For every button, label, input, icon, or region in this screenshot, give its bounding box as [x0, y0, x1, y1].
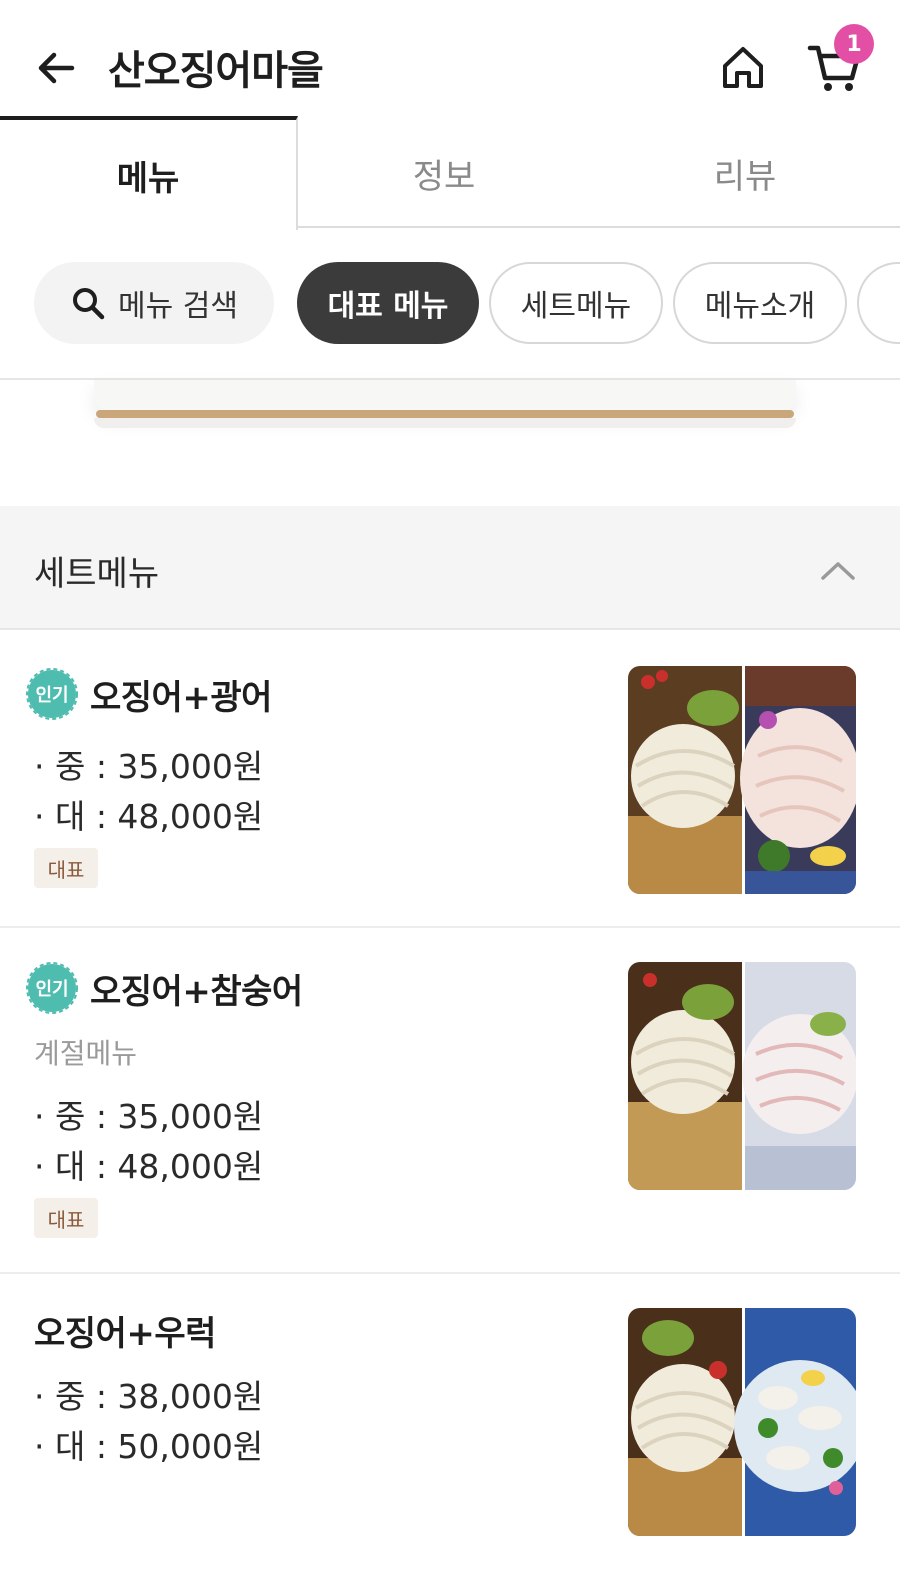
chip-menu-intro[interactable]: 메뉴소개: [673, 262, 847, 344]
menu-filter-bar: 메뉴 검색 대표 메뉴 세트메뉴 메뉴소개: [0, 262, 900, 346]
cart-count-badge: 1: [834, 24, 874, 64]
signature-tag: 대표: [34, 1198, 98, 1238]
item-name: 오징어+우럭: [34, 1314, 216, 1354]
item-image: [628, 1308, 856, 1536]
item-name: 오징어+광어: [90, 677, 272, 718]
menu-item[interactable]: 오징어+우럭 · 중 : 38,000원 · 대 : 50,000원: [0, 1274, 900, 1586]
section-header[interactable]: 세트메뉴: [0, 506, 900, 630]
collapse-button[interactable]: [816, 552, 860, 588]
chip-signature-menu[interactable]: 대표 메뉴: [297, 262, 479, 344]
signature-tag: 대표: [34, 848, 98, 888]
tab-bar: 메뉴 정보 리뷰: [0, 116, 900, 230]
popular-badge-label: 인기: [35, 979, 68, 1000]
item-image: [628, 962, 856, 1190]
price-large: · 대 : 48,000원: [34, 1147, 264, 1186]
home-button[interactable]: [716, 40, 770, 94]
price-large: · 대 : 50,000원: [34, 1427, 264, 1466]
price-medium: · 중 : 35,000원: [34, 1097, 264, 1136]
popular-badge-icon: 인기: [26, 668, 78, 720]
tab-reviews[interactable]: 리뷰: [590, 116, 900, 230]
search-icon: [70, 285, 106, 321]
tab-menu[interactable]: 메뉴: [0, 116, 298, 230]
home-icon: [723, 47, 763, 88]
back-arrow-icon: [38, 52, 75, 84]
tab-info[interactable]: 정보: [298, 116, 590, 230]
menu-item[interactable]: 인기 오징어+참숭어 계절메뉴 · 중 : 35,000원 · 대 : 48,0…: [0, 928, 900, 1274]
price-medium: · 중 : 35,000원: [34, 747, 264, 786]
menu-search-label: 메뉴 검색: [118, 289, 238, 324]
item-description: 계절메뉴: [34, 1037, 138, 1070]
price-medium: · 중 : 38,000원: [34, 1377, 264, 1416]
menu-banner-bottom: [80, 380, 810, 432]
app-header: 산오징어마을 1: [0, 0, 900, 118]
section-title: 세트메뉴: [34, 554, 160, 594]
menu-item[interactable]: 인기 오징어+광어 · 중 : 35,000원 · 대 : 48,000원 대표: [0, 632, 900, 928]
popular-badge-icon: 인기: [26, 962, 78, 1014]
menu-search-button[interactable]: 메뉴 검색: [34, 262, 274, 344]
chip-more[interactable]: [857, 262, 900, 344]
chevron-up-icon: [821, 562, 855, 580]
price-large: · 대 : 48,000원: [34, 797, 264, 836]
item-image: [628, 666, 856, 894]
back-button[interactable]: [30, 42, 82, 94]
chip-set-menu[interactable]: 세트메뉴: [489, 262, 663, 344]
item-name: 오징어+참숭어: [90, 971, 303, 1012]
store-title: 산오징어마을: [108, 48, 324, 94]
tab-divider: [296, 226, 900, 228]
popular-badge-label: 인기: [35, 685, 68, 706]
